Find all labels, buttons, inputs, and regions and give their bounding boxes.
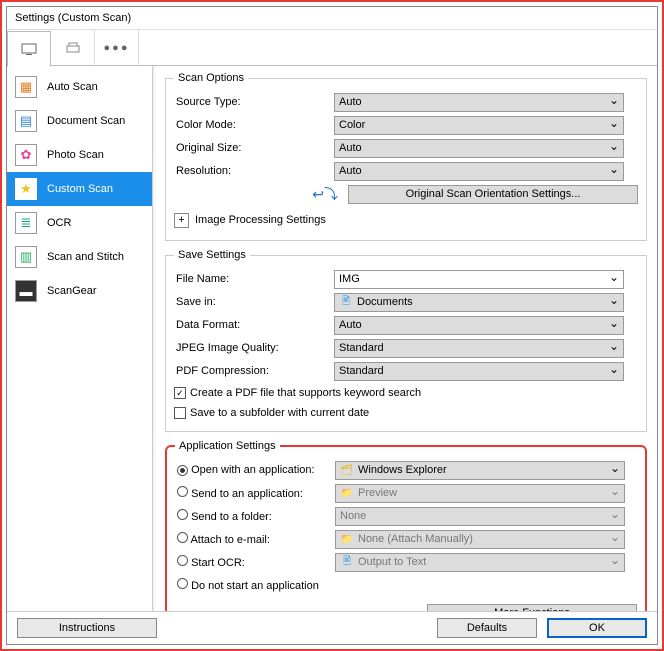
application-settings-legend: Application Settings (175, 440, 280, 452)
document-scan-icon: ▤ (15, 110, 37, 132)
resolution-label: Resolution: (174, 165, 334, 177)
photo-scan-icon: ✿ (15, 144, 37, 166)
sidebar-item-ocr[interactable]: ≣ OCR (7, 206, 152, 240)
open-app-radio[interactable] (177, 465, 188, 476)
text-output-icon: 🖹 (340, 555, 354, 569)
rotate-icon[interactable]: ↩⤵ (312, 184, 338, 204)
pdf-compression-dropdown[interactable]: Standard (334, 362, 624, 381)
start-ocr-dropdown[interactable]: 🖹Output to Text (335, 553, 625, 572)
explorer-icon: 🗂 (340, 463, 354, 477)
sidebar-item-label: Auto Scan (47, 81, 98, 93)
attach-email-label: Attach to e-mail: (190, 534, 269, 546)
send-folder-radio[interactable] (177, 509, 188, 520)
tab-more[interactable]: ●●● (95, 30, 139, 66)
sidebar-item-label: Photo Scan (47, 149, 104, 161)
send-app-dropdown[interactable]: 📁Preview (335, 484, 625, 503)
send-app-radio[interactable] (177, 486, 188, 497)
scan-options-group: Scan Options Source Type: Auto Color Mod… (165, 72, 647, 241)
ocr-icon: ≣ (15, 212, 37, 234)
attach-email-radio[interactable] (177, 532, 188, 543)
color-mode-dropdown[interactable]: Color (334, 116, 624, 135)
settings-window: Settings (Custom Scan) ●●● ▦ Auto Scan ▤ (6, 6, 658, 645)
tab-scan[interactable] (7, 31, 51, 67)
no-app-radio[interactable] (177, 578, 188, 589)
custom-scan-icon: ★ (15, 178, 37, 200)
auto-scan-icon: ▦ (15, 76, 37, 98)
image-processing-label: Image Processing Settings (195, 214, 326, 226)
scangear-icon: ▬ (15, 280, 37, 302)
instructions-button[interactable]: Instructions (17, 618, 157, 638)
sidebar-item-label: Custom Scan (47, 183, 113, 195)
start-ocr-radio[interactable] (177, 555, 188, 566)
orientation-settings-button[interactable]: Original Scan Orientation Settings... (348, 185, 638, 204)
sidebar-item-label: ScanGear (47, 285, 97, 297)
send-app-label: Send to an application: (191, 488, 303, 500)
title-bar: Settings (Custom Scan) (7, 7, 657, 30)
printer-icon (64, 41, 82, 55)
save-in-label: Save in: (174, 296, 334, 308)
create-pdf-label: Create a PDF file that supports keyword … (190, 387, 421, 399)
tab-bar: ●●● (7, 30, 657, 66)
monitor-icon (20, 42, 38, 56)
scan-options-legend: Scan Options (174, 72, 248, 84)
color-mode-label: Color Mode: (174, 119, 334, 131)
data-format-label: Data Format: (174, 319, 334, 331)
sidebar-item-label: OCR (47, 217, 71, 229)
subfolder-label: Save to a subfolder with current date (190, 407, 369, 419)
sidebar-item-document-scan[interactable]: ▤ Document Scan (7, 104, 152, 138)
save-in-dropdown[interactable]: 🖹Documents (334, 293, 624, 312)
resolution-dropdown[interactable]: Auto (334, 162, 624, 181)
sidebar-item-scangear[interactable]: ▬ ScanGear (7, 274, 152, 308)
content-pane: Scan Options Source Type: Auto Color Mod… (153, 66, 657, 611)
attach-email-dropdown[interactable]: 📁None (Attach Manually) (335, 530, 625, 549)
window-title: Settings (Custom Scan) (15, 12, 131, 24)
sidebar-item-label: Scan and Stitch (47, 251, 124, 263)
application-settings-group: Application Settings Open with an applic… (165, 440, 647, 611)
file-name-dropdown[interactable]: IMG (334, 270, 624, 289)
expand-image-processing[interactable]: + (174, 213, 189, 228)
sidebar-item-photo-scan[interactable]: ✿ Photo Scan (7, 138, 152, 172)
pdf-compression-label: PDF Compression: (174, 365, 334, 377)
jpeg-quality-dropdown[interactable]: Standard (334, 339, 624, 358)
stitch-icon: ▥ (15, 246, 37, 268)
no-app-label: Do not start an application (191, 580, 319, 592)
footer-bar: Instructions Defaults OK (7, 611, 657, 644)
file-name-label: File Name: (174, 273, 334, 285)
send-folder-label: Send to a folder: (191, 511, 272, 523)
sidebar-item-custom-scan[interactable]: ★ Custom Scan (7, 172, 152, 206)
sidebar: ▦ Auto Scan ▤ Document Scan ✿ Photo Scan… (7, 66, 153, 611)
send-folder-dropdown[interactable]: None (335, 507, 625, 526)
preview-folder-icon: 📁 (340, 486, 354, 500)
start-ocr-label: Start OCR: (191, 557, 245, 569)
sidebar-item-label: Document Scan (47, 115, 125, 127)
ok-button[interactable]: OK (547, 618, 647, 638)
dots-icon: ●●● (104, 42, 130, 54)
save-settings-group: Save Settings File Name: IMG Save in: 🖹D… (165, 249, 647, 432)
tab-printer[interactable] (51, 30, 95, 66)
save-settings-legend: Save Settings (174, 249, 250, 261)
defaults-button[interactable]: Defaults (437, 618, 537, 638)
data-format-dropdown[interactable]: Auto (334, 316, 624, 335)
source-type-label: Source Type: (174, 96, 334, 108)
open-app-label: Open with an application: (191, 464, 315, 476)
original-size-dropdown[interactable]: Auto (334, 139, 624, 158)
email-folder-icon: 📁 (340, 532, 354, 546)
create-pdf-checkbox[interactable]: ✓ (174, 387, 186, 399)
source-type-dropdown[interactable]: Auto (334, 93, 624, 112)
documents-folder-icon: 🖹 (339, 295, 353, 309)
jpeg-quality-label: JPEG Image Quality: (174, 342, 334, 354)
sidebar-item-auto-scan[interactable]: ▦ Auto Scan (7, 70, 152, 104)
sidebar-item-scan-stitch[interactable]: ▥ Scan and Stitch (7, 240, 152, 274)
open-app-dropdown[interactable]: 🗂Windows Explorer (335, 461, 625, 480)
more-functions-button[interactable]: More Functions (427, 604, 637, 612)
original-size-label: Original Size: (174, 142, 334, 154)
subfolder-checkbox[interactable] (174, 407, 186, 419)
